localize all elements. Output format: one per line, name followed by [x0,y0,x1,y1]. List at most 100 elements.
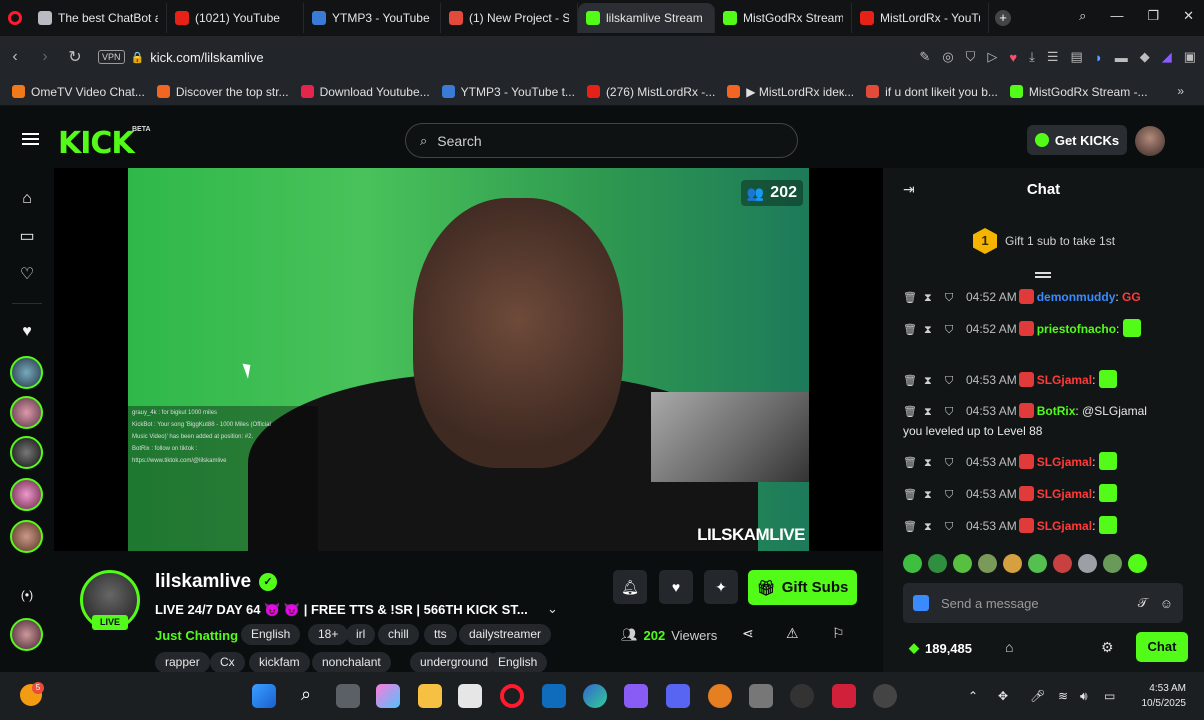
stream-tag[interactable]: English [241,624,301,645]
quick-emote[interactable] [978,554,997,573]
timeout-icon[interactable]: ⧗ [924,321,945,340]
microphone-icon[interactable]: 🎤︎ [1030,689,1045,703]
chat-settings-icon[interactable]: ⚙ [1101,639,1114,656]
chat-username[interactable]: SLGjamal [1037,519,1092,533]
chat-message[interactable]: 🗑︎ ⧗ ⛉ 04:53 AM SLGjamal: [903,452,1198,473]
extension-4-icon[interactable]: ◢ [1162,49,1172,65]
timeout-icon[interactable]: ⧗ [924,518,945,537]
start-icon[interactable] [252,684,276,708]
task-view-icon[interactable] [336,684,360,708]
tray-app-icon[interactable]: ✥ [998,689,1008,703]
gift-leaderboard-banner[interactable]: 1 Gift 1 sub to take 1st [973,228,1115,254]
download-icon[interactable]: ⤓ [1029,49,1035,65]
browser-tab[interactable]: lilskamlive Stream - W [578,3,715,33]
search-icon[interactable]: ⌕ [294,684,318,708]
mod-icon[interactable]: ⚐ [832,625,845,642]
play-icon[interactable]: ▷ [987,49,997,65]
vpn-badge[interactable]: VPN [98,50,125,64]
home-icon[interactable]: ⌂ [17,190,37,210]
ban-shield-icon[interactable]: ⛉ [945,518,966,537]
trash-icon[interactable]: 🗑︎ [903,486,924,505]
channel-points[interactable]: ◆ 189,485 [909,640,972,656]
timeout-icon[interactable]: ⧗ [924,486,945,505]
stream-tag[interactable]: 18+ [308,624,349,645]
browser-tab[interactable]: MistLordRx - YouTube [852,3,989,33]
gift-subs-button[interactable]: 🎁︎ Gift Subs [748,570,857,605]
live-broadcast-icon[interactable]: (•) [17,588,37,608]
chat-send-button[interactable]: Chat [1136,632,1188,662]
timeout-icon[interactable]: ⧗ [924,403,945,422]
browser-tab[interactable]: The best ChatBot and [30,3,167,33]
chat-message[interactable]: 🗑︎ ⧗ ⛉ 04:53 AM SLGjamal: [903,484,1198,505]
chat-message[interactable]: 🗑︎ ⧗ ⛉ 04:52 AM priestofnacho: [903,319,1198,340]
url-field[interactable]: kick.com/lilskamlive [150,50,263,65]
browse-icon[interactable]: ▭ [17,226,37,246]
copilot-icon[interactable] [376,684,400,708]
collapse-chat-icon[interactable]: ⇥ [903,181,915,198]
quick-emote[interactable] [953,554,972,573]
ban-shield-icon[interactable]: ⛉ [945,372,966,391]
user-avatar[interactable] [1135,126,1165,156]
bookmarks-more-icon[interactable]: » [1177,84,1184,98]
stream-tag[interactable]: underground [410,652,499,673]
extension-2-icon[interactable]: ▬ [1115,50,1128,65]
browser-tab[interactable]: (1) New Project - Stud [441,3,578,33]
new-tab-button[interactable]: + [995,10,1011,26]
red-app-icon[interactable] [832,684,856,708]
chat-username[interactable]: priestofnacho [1037,322,1116,336]
chat-message[interactable]: 🗑︎ ⧗ ⛉ 04:53 AM SLGjamal: [903,370,1198,391]
pinned-scroll-icon[interactable] [1035,272,1051,278]
bookmark-item[interactable]: if u dont likeit you b... [866,85,998,99]
app-icon[interactable] [708,684,732,708]
recommended-channel-avatar[interactable] [10,618,43,651]
timeout-icon[interactable]: ⧗ [924,454,945,473]
followed-channel-avatar[interactable] [10,356,43,389]
get-kicks-button[interactable]: Get KICKs [1027,125,1127,155]
followed-channel-avatar[interactable] [10,436,43,469]
browser-tab[interactable]: YTMP3 - YouTube to [304,3,441,33]
ban-shield-icon[interactable]: ⛉ [945,486,966,505]
bookmark-item[interactable]: OmeTV Video Chat... [12,85,145,99]
camera-icon[interactable]: ◎ [942,49,953,65]
restore-icon[interactable]: ❐ [1147,8,1159,24]
chat-username[interactable]: demonmuddy [1037,290,1116,304]
chat-username[interactable]: SLGjamal [1037,373,1092,387]
reload-icon[interactable]: ↻ [60,47,90,67]
stream-tag[interactable]: irl [346,624,376,645]
browser-tab[interactable]: (1021) YouTube [167,3,304,33]
bookmark-item[interactable]: Discover the top str... [156,85,289,99]
quick-emote[interactable] [928,554,947,573]
followed-channel-avatar[interactable] [10,520,43,553]
search-input[interactable]: ⌕ Search [405,123,798,158]
back-icon[interactable]: ‹ [0,48,30,66]
quick-emote[interactable] [1078,554,1097,573]
discord-icon[interactable] [666,684,690,708]
file-explorer-icon[interactable] [418,684,442,708]
stream-tag[interactable]: English [488,652,548,673]
video-player[interactable]: 👥 202 grauy_4k : for bigkut 1000 miles K… [54,168,883,551]
stream-tag[interactable]: dailystreamer [459,624,552,645]
quick-emote[interactable] [1003,554,1022,573]
stream-video[interactable]: 👥 202 grauy_4k : for bigkut 1000 miles K… [128,168,809,551]
stream-tag[interactable]: nonchalant [312,652,391,673]
store-icon[interactable]: ⌂ [1005,639,1013,655]
trash-icon[interactable]: 🗑︎ [903,454,924,473]
store-icon[interactable] [458,684,482,708]
edge-icon[interactable] [583,684,607,708]
following-icon[interactable]: ♡ [17,264,37,284]
follow-heart-button[interactable]: ♥ [659,570,693,604]
bookmark-item[interactable]: Download Youtube... [300,85,430,99]
quick-emote[interactable] [1128,554,1147,573]
ban-shield-icon[interactable]: ⛉ [945,289,966,308]
translate-icon[interactable]: 𝒯 [1138,595,1148,611]
report-icon[interactable]: ⚠ [786,625,799,642]
taskbar-clock[interactable]: 4:53 AM 10/5/2025 [1142,681,1187,711]
stream-category[interactable]: Just Chatting [155,628,238,643]
timeout-icon[interactable]: ⧗ [924,372,945,391]
chat-message[interactable]: 🗑︎ ⧗ ⛉ 04:53 AM SLGjamal: [903,516,1198,537]
outlook-icon[interactable] [542,684,566,708]
camera-icon[interactable] [749,684,773,708]
shield-icon[interactable]: ⛉ [966,49,976,65]
timeout-icon[interactable]: ⧗ [924,289,945,308]
trash-icon[interactable]: 🗑︎ [903,518,924,537]
